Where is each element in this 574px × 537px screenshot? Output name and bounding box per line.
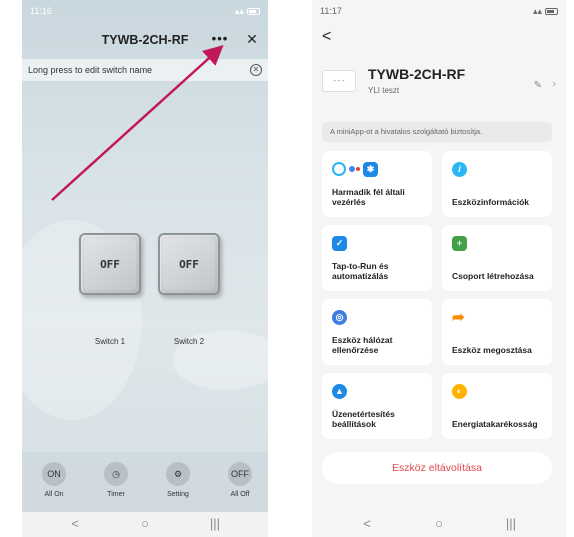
device-header[interactable]: - - - TYWB-2CH-RF YLI teszt ✎ ›	[322, 64, 562, 104]
nav-home-button[interactable]: ○	[424, 516, 454, 531]
network-icon-wrap: ◎	[332, 309, 347, 325]
tap-to-run-label: Tap-to-Run és automatizálás	[332, 261, 389, 281]
annotation-arrow	[51, 44, 224, 201]
bell-icon-wrap: ▲	[332, 383, 347, 399]
notification-settings-label: Üzenetértesítés beállítások	[332, 409, 395, 429]
device-home-name: YLI teszt	[368, 86, 400, 95]
remove-device-button[interactable]: Eszköz eltávolítása	[322, 452, 552, 484]
status-bar: 11:17 ▴▴	[320, 4, 558, 18]
bell-icon: ▲	[332, 383, 347, 399]
energy-icon: ◐	[452, 383, 467, 399]
group-icon: +	[452, 235, 467, 251]
device-info-label: Eszközinformációk	[452, 197, 529, 207]
notification-settings-card[interactable]: ▲ Üzenetértesítés beállítások	[322, 373, 432, 439]
chevron-right-icon: ›	[552, 78, 556, 90]
create-group-card[interactable]: + Csoport létrehozása	[442, 225, 552, 291]
third-party-control-card[interactable]: ✱ Harmadik fél általi vezérlés	[322, 151, 432, 217]
alexa-icon	[332, 162, 346, 176]
device-name: TYWB-2CH-RF	[368, 66, 466, 82]
third-party-control-label: Harmadik fél általi vezérlés	[332, 187, 405, 207]
automation-icon-wrap: ✓	[332, 235, 347, 251]
edit-pencil-icon[interactable]: ✎	[534, 80, 542, 91]
status-icons: ▴▴	[533, 6, 558, 17]
create-group-label: Csoport létrehozása	[452, 271, 534, 281]
share-device-card[interactable]: ➦ Eszköz megosztása	[442, 299, 552, 365]
info-icon-wrap: i	[452, 161, 467, 177]
tap-to-run-card[interactable]: ✓ Tap-to-Run és automatizálás	[322, 225, 432, 291]
group-icon-wrap: +	[452, 235, 467, 251]
right-phone-screen: 11:17 ▴▴ < - - - TYWB-2CH-RF YLI teszt ✎…	[312, 0, 566, 537]
back-button[interactable]: <	[322, 28, 331, 46]
device-info-card[interactable]: i Eszközinformációk	[442, 151, 552, 217]
share-icon-wrap: ➦	[452, 309, 465, 325]
share-icon: ➦	[452, 308, 465, 326]
battery-icon	[545, 7, 558, 15]
third-party-icons: ✱	[332, 161, 378, 177]
system-nav-bar: < ○ |||	[312, 512, 566, 537]
energy-icon-wrap: ◐	[452, 383, 467, 399]
energy-saving-card[interactable]: ◐ Energiatakarékosság	[442, 373, 552, 439]
signal-icon: ▴▴	[532, 5, 542, 16]
arrow-line	[51, 44, 224, 201]
google-assistant-icon	[349, 166, 360, 172]
nav-back-button[interactable]: <	[352, 516, 382, 531]
nav-recents-button[interactable]: |||	[496, 516, 526, 531]
share-device-label: Eszköz megosztása	[452, 345, 532, 355]
device-thumbnail-icon: - - -	[322, 70, 356, 92]
status-time: 11:17	[320, 6, 342, 16]
network-check-label: Eszköz hálózat ellenőrzése	[332, 335, 393, 355]
network-icon: ◎	[332, 309, 347, 325]
energy-saving-label: Energiatakarékosság	[452, 419, 538, 429]
snowflake-icon: ✱	[363, 161, 378, 177]
network-check-card[interactable]: ◎ Eszköz hálózat ellenőrzése	[322, 299, 432, 365]
provider-notice: A miniApp-ot a hivatalos szolgáltató biz…	[322, 122, 552, 142]
automation-icon: ✓	[332, 235, 347, 251]
info-icon: i	[452, 161, 467, 177]
left-phone-screen: 11:16 ▴▴ TYWB-2CH-RF ••• ✕ Long press to…	[22, 0, 268, 537]
